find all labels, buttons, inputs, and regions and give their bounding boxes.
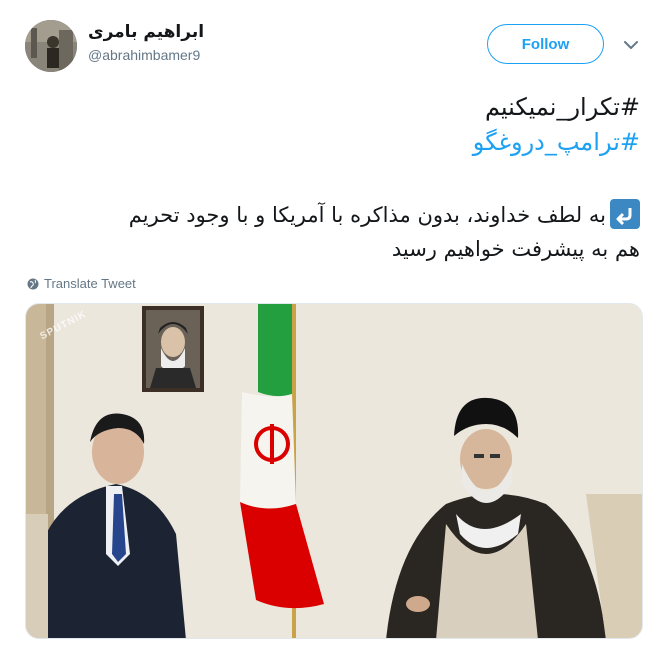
tweet-text-line-2: هم به پیشرفت خواهیم رسید: [391, 237, 640, 261]
user-handle[interactable]: @abrahimbamer9: [88, 47, 200, 63]
avatar[interactable]: [25, 20, 77, 72]
translate-label[interactable]: Translate Tweet: [44, 276, 136, 291]
tweet-body-line: به لطف خداوند، بدون مذاکره با آمریکا و ب…: [30, 198, 640, 232]
follow-button[interactable]: Follow: [487, 24, 604, 64]
tweet-text-line-1: به لطف خداوند، بدون مذاکره با آمریکا و ب…: [128, 203, 606, 227]
globe-icon: [27, 278, 39, 289]
tweet-photo[interactable]: [25, 303, 643, 639]
return-arrow-icon: [610, 199, 640, 229]
chevron-down-icon[interactable]: [622, 36, 640, 54]
display-name[interactable]: ابراهیم بامری: [88, 22, 204, 42]
tweet-header: ابراهیم بامری @abrahimbamer9 Follow: [0, 0, 669, 80]
hashtag-link[interactable]: #تکرار_نمیکنیم: [30, 93, 640, 121]
hashtag-link[interactable]: #ترامپ_دروغگو: [30, 128, 640, 156]
translate-tweet-link[interactable]: Translate Tweet: [27, 276, 136, 291]
